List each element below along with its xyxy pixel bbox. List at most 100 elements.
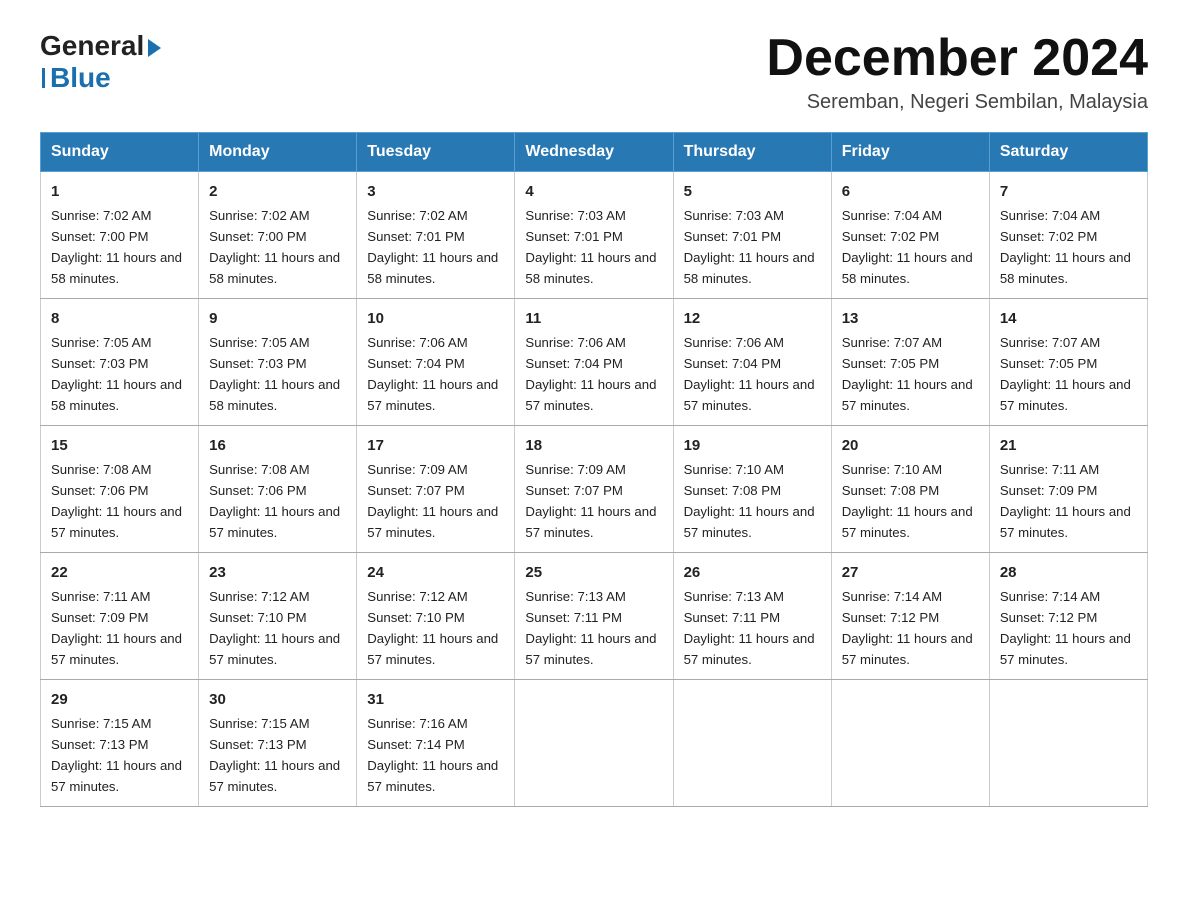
calendar-week-row: 8 Sunrise: 7:05 AMSunset: 7:03 PMDaylight…: [41, 299, 1148, 426]
day-number: 20: [842, 434, 979, 457]
calendar-cell: [989, 679, 1147, 806]
calendar-header-thursday: Thursday: [673, 133, 831, 172]
day-number: 2: [209, 180, 346, 203]
day-info: Sunrise: 7:08 AMSunset: 7:06 PMDaylight:…: [51, 462, 182, 540]
day-info: Sunrise: 7:13 AMSunset: 7:11 PMDaylight:…: [525, 589, 656, 667]
day-info: Sunrise: 7:03 AMSunset: 7:01 PMDaylight:…: [684, 208, 815, 286]
calendar-cell: 30 Sunrise: 7:15 AMSunset: 7:13 PMDayligh…: [199, 679, 357, 806]
calendar-cell: [673, 679, 831, 806]
day-number: 23: [209, 561, 346, 584]
calendar-cell: 18 Sunrise: 7:09 AMSunset: 7:07 PMDayligh…: [515, 426, 673, 553]
day-number: 11: [525, 307, 662, 330]
calendar-cell: 5 Sunrise: 7:03 AMSunset: 7:01 PMDaylight…: [673, 172, 831, 299]
calendar-header-friday: Friday: [831, 133, 989, 172]
day-number: 17: [367, 434, 504, 457]
day-number: 5: [684, 180, 821, 203]
day-info: Sunrise: 7:12 AMSunset: 7:10 PMDaylight:…: [209, 589, 340, 667]
calendar-cell: 13Sunrise: 7:07 AMSunset: 7:05 PMDayligh…: [831, 299, 989, 426]
logo-general-text: General: [40, 30, 144, 62]
day-number: 31: [367, 688, 504, 711]
calendar-cell: 16Sunrise: 7:08 AMSunset: 7:06 PMDayligh…: [199, 426, 357, 553]
calendar-cell: 2 Sunrise: 7:02 AMSunset: 7:00 PMDaylight…: [199, 172, 357, 299]
calendar-cell: 28 Sunrise: 7:14 AMSunset: 7:12 PMDayligh…: [989, 553, 1147, 680]
logo-blue-text: Blue: [50, 62, 111, 94]
logo-bar-icon: [42, 68, 45, 88]
calendar-cell: 8 Sunrise: 7:05 AMSunset: 7:03 PMDaylight…: [41, 299, 199, 426]
calendar-cell: 6 Sunrise: 7:04 AMSunset: 7:02 PMDaylight…: [831, 172, 989, 299]
day-info: Sunrise: 7:06 AMSunset: 7:04 PMDaylight:…: [525, 335, 656, 413]
day-number: 4: [525, 180, 662, 203]
day-number: 27: [842, 561, 979, 584]
calendar-cell: 27 Sunrise: 7:14 AMSunset: 7:12 PMDayligh…: [831, 553, 989, 680]
calendar-cell: [831, 679, 989, 806]
calendar-cell: 29 Sunrise: 7:15 AMSunset: 7:13 PMDayligh…: [41, 679, 199, 806]
day-info: Sunrise: 7:02 AMSunset: 7:01 PMDaylight:…: [367, 208, 498, 286]
day-info: Sunrise: 7:13 AMSunset: 7:11 PMDaylight:…: [684, 589, 815, 667]
day-info: Sunrise: 7:03 AMSunset: 7:01 PMDaylight:…: [525, 208, 656, 286]
day-info: Sunrise: 7:11 AMSunset: 7:09 PMDaylight:…: [1000, 462, 1131, 540]
day-number: 6: [842, 180, 979, 203]
day-info: Sunrise: 7:12 AMSunset: 7:10 PMDaylight:…: [367, 589, 498, 667]
day-info: Sunrise: 7:14 AMSunset: 7:12 PMDaylight:…: [842, 589, 973, 667]
page-header: General Blue December 2024 Seremban, Neg…: [40, 30, 1148, 114]
day-info: Sunrise: 7:10 AMSunset: 7:08 PMDaylight:…: [684, 462, 815, 540]
day-info: Sunrise: 7:15 AMSunset: 7:13 PMDaylight:…: [51, 716, 182, 794]
day-number: 12: [684, 307, 821, 330]
day-info: Sunrise: 7:15 AMSunset: 7:13 PMDaylight:…: [209, 716, 340, 794]
day-info: Sunrise: 7:11 AMSunset: 7:09 PMDaylight:…: [51, 589, 182, 667]
day-info: Sunrise: 7:16 AMSunset: 7:14 PMDaylight:…: [367, 716, 498, 794]
calendar-cell: 12 Sunrise: 7:06 AMSunset: 7:04 PMDayligh…: [673, 299, 831, 426]
day-info: Sunrise: 7:04 AMSunset: 7:02 PMDaylight:…: [1000, 208, 1131, 286]
day-number: 29: [51, 688, 188, 711]
logo: General Blue: [40, 30, 161, 94]
calendar-cell: 15 Sunrise: 7:08 AMSunset: 7:06 PMDayligh…: [41, 426, 199, 553]
day-number: 24: [367, 561, 504, 584]
day-info: Sunrise: 7:02 AMSunset: 7:00 PMDaylight:…: [51, 208, 182, 286]
calendar-location: Seremban, Negeri Sembilan, Malaysia: [766, 91, 1148, 114]
calendar-week-row: 22 Sunrise: 7:11 AMSunset: 7:09 PMDayligh…: [41, 553, 1148, 680]
day-number: 28: [1000, 561, 1137, 584]
day-info: Sunrise: 7:10 AMSunset: 7:08 PMDaylight:…: [842, 462, 973, 540]
calendar-cell: 11 Sunrise: 7:06 AMSunset: 7:04 PMDayligh…: [515, 299, 673, 426]
day-number: 19: [684, 434, 821, 457]
day-number: 18: [525, 434, 662, 457]
calendar-cell: 25 Sunrise: 7:13 AMSunset: 7:11 PMDayligh…: [515, 553, 673, 680]
day-number: 16: [209, 434, 346, 457]
calendar-table: SundayMondayTuesdayWednesdayThursdayFrid…: [40, 132, 1148, 807]
calendar-week-row: 1 Sunrise: 7:02 AMSunset: 7:00 PMDaylight…: [41, 172, 1148, 299]
day-number: 8: [51, 307, 188, 330]
day-info: Sunrise: 7:02 AMSunset: 7:00 PMDaylight:…: [209, 208, 340, 286]
day-number: 7: [1000, 180, 1137, 203]
calendar-cell: 1 Sunrise: 7:02 AMSunset: 7:00 PMDaylight…: [41, 172, 199, 299]
day-number: 1: [51, 180, 188, 203]
day-info: Sunrise: 7:09 AMSunset: 7:07 PMDaylight:…: [525, 462, 656, 540]
calendar-cell: 17 Sunrise: 7:09 AMSunset: 7:07 PMDayligh…: [357, 426, 515, 553]
calendar-cell: 3 Sunrise: 7:02 AMSunset: 7:01 PMDaylight…: [357, 172, 515, 299]
calendar-header-tuesday: Tuesday: [357, 133, 515, 172]
day-number: 26: [684, 561, 821, 584]
calendar-cell: [515, 679, 673, 806]
day-info: Sunrise: 7:05 AMSunset: 7:03 PMDaylight:…: [209, 335, 340, 413]
day-number: 13: [842, 307, 979, 330]
calendar-cell: 31 Sunrise: 7:16 AMSunset: 7:14 PMDayligh…: [357, 679, 515, 806]
calendar-header-monday: Monday: [199, 133, 357, 172]
day-info: Sunrise: 7:06 AMSunset: 7:04 PMDaylight:…: [684, 335, 815, 413]
day-number: 25: [525, 561, 662, 584]
day-info: Sunrise: 7:09 AMSunset: 7:07 PMDaylight:…: [367, 462, 498, 540]
calendar-header-wednesday: Wednesday: [515, 133, 673, 172]
day-info: Sunrise: 7:04 AMSunset: 7:02 PMDaylight:…: [842, 208, 973, 286]
day-number: 22: [51, 561, 188, 584]
calendar-cell: 9 Sunrise: 7:05 AMSunset: 7:03 PMDaylight…: [199, 299, 357, 426]
calendar-header-sunday: Sunday: [41, 133, 199, 172]
day-number: 15: [51, 434, 188, 457]
day-number: 30: [209, 688, 346, 711]
calendar-cell: 7 Sunrise: 7:04 AMSunset: 7:02 PMDaylight…: [989, 172, 1147, 299]
calendar-week-row: 29 Sunrise: 7:15 AMSunset: 7:13 PMDayligh…: [41, 679, 1148, 806]
calendar-header-row: SundayMondayTuesdayWednesdayThursdayFrid…: [41, 133, 1148, 172]
day-info: Sunrise: 7:05 AMSunset: 7:03 PMDaylight:…: [51, 335, 182, 413]
day-info: Sunrise: 7:14 AMSunset: 7:12 PMDaylight:…: [1000, 589, 1131, 667]
day-number: 9: [209, 307, 346, 330]
calendar-header-saturday: Saturday: [989, 133, 1147, 172]
calendar-cell: 19 Sunrise: 7:10 AMSunset: 7:08 PMDayligh…: [673, 426, 831, 553]
day-number: 3: [367, 180, 504, 203]
